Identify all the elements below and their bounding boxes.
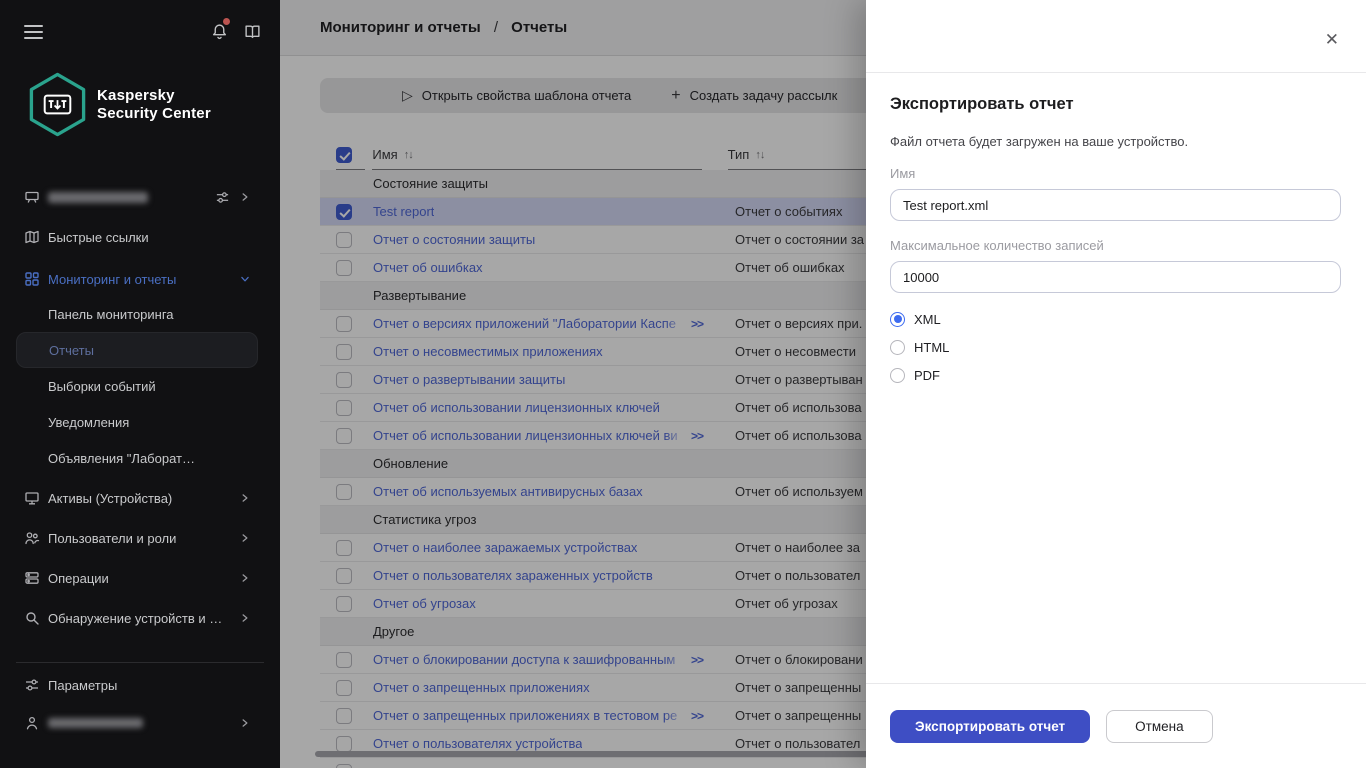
sidebar: Kaspersky Security Center Быстрые ссылки… [0, 0, 280, 768]
chevron-right-icon [240, 493, 250, 503]
brand-line1: Kaspersky [97, 86, 175, 104]
sidebar-item-reports[interactable]: Отчеты [16, 332, 258, 368]
kaspersky-hexagon-logo-icon [29, 72, 86, 137]
radio-label: PDF [914, 367, 940, 383]
sidebar-child-label: Панель мониторинга [48, 306, 174, 322]
format-option-pdf[interactable]: PDF [890, 361, 1341, 389]
username-redacted [48, 718, 143, 728]
sidebar-child-label: Объявления "Лаборат… [48, 450, 195, 466]
app-logo: Kaspersky Security Center [27, 72, 211, 137]
menu-icon[interactable] [24, 25, 43, 43]
sidebar-item-operations[interactable]: Операции [0, 564, 280, 592]
max-records-field-label: Максимальное количество записей [890, 238, 1104, 253]
sidebar-item-label: Обнаружение устройств и … [48, 610, 223, 626]
sidebar-item-quick-links[interactable]: Быстрые ссылки [0, 223, 280, 251]
sidebar-item-dashboard-panel[interactable]: Панель мониторинга [0, 300, 280, 328]
sidebar-item-announcements[interactable]: Объявления "Лаборат… [0, 444, 280, 472]
radio-label: HTML [914, 339, 950, 355]
sidebar-divider [16, 662, 264, 663]
chevron-right-icon [240, 573, 250, 583]
server-name-redacted [48, 191, 148, 203]
panel-description: Файл отчета будет загружен на ваше устро… [890, 134, 1189, 149]
panel-footer: Экспортировать отчет Отмена [866, 683, 1366, 768]
sidebar-item-label: Пользователи и роли [48, 530, 177, 546]
sidebar-item-notifications[interactable]: Уведомления [0, 408, 280, 436]
radio-label: XML [914, 311, 941, 327]
sidebar-child-label: Выборки событий [48, 378, 156, 394]
export-report-panel: ✕ Экспортировать отчет Файл отчета будет… [866, 0, 1366, 768]
max-records-input[interactable] [890, 261, 1341, 293]
person-icon [24, 715, 40, 731]
sidebar-item-label: Быстрые ссылки [48, 229, 149, 245]
chevron-right-icon [240, 718, 250, 728]
users-icon [24, 530, 40, 546]
panel-body: Экспортировать отчет Файл отчета будет з… [866, 73, 1366, 683]
sidebar-item-users-roles[interactable]: Пользователи и роли [0, 524, 280, 552]
sidebar-item-device-discovery[interactable]: Обнаружение устройств и … [0, 604, 280, 632]
format-radio-group: XML HTML PDF [890, 305, 1341, 389]
map-icon [24, 229, 40, 245]
brand-line2: Security Center [97, 104, 211, 122]
name-field-label: Имя [890, 166, 916, 181]
sidebar-item-assets[interactable]: Активы (Устройства) [0, 484, 280, 512]
sidebar-item-label: Операции [48, 570, 109, 586]
sidebar-item-label: Активы (Устройства) [48, 490, 173, 506]
sidebar-item-settings[interactable]: Параметры [0, 671, 280, 699]
radio-icon[interactable] [890, 311, 905, 327]
sidebar-child-label: Уведомления [48, 414, 130, 430]
chevron-right-icon [240, 533, 250, 543]
panel-title: Экспортировать отчет [890, 95, 1074, 113]
guide-icon[interactable] [244, 23, 261, 40]
radio-icon[interactable] [890, 367, 905, 383]
sidebar-item-event-selections[interactable]: Выборки событий [0, 372, 280, 400]
dashboard-icon [24, 271, 40, 287]
notification-badge-dot [222, 17, 231, 26]
close-icon[interactable]: ✕ [1325, 31, 1339, 48]
panel-header: ✕ [866, 0, 1366, 73]
search-icon [24, 610, 40, 626]
sidebar-item-label: Мониторинг и отчеты [48, 271, 177, 287]
sidebar-child-label: Отчеты [49, 342, 94, 358]
cancel-button[interactable]: Отмена [1106, 709, 1213, 743]
server-icon [24, 189, 40, 205]
sidebar-item-server[interactable] [0, 183, 280, 211]
radio-icon[interactable] [890, 339, 905, 355]
sidebar-item-user-account[interactable] [0, 709, 280, 737]
name-input[interactable] [890, 189, 1341, 221]
settings-sliders-icon [24, 677, 40, 693]
chevron-right-icon [240, 613, 250, 623]
modal-overlay [280, 0, 866, 768]
sidebar-item-monitoring[interactable]: Мониторинг и отчеты [0, 265, 280, 293]
export-report-button[interactable]: Экспортировать отчет [890, 709, 1091, 743]
server-settings-icon[interactable] [215, 190, 230, 205]
format-option-html[interactable]: HTML [890, 333, 1341, 361]
monitor-icon [24, 490, 40, 506]
chevron-down-icon [240, 274, 250, 284]
operations-icon [24, 570, 40, 586]
chevron-right-icon[interactable] [240, 192, 250, 202]
sidebar-item-label: Параметры [48, 677, 118, 693]
format-option-xml[interactable]: XML [890, 305, 1341, 333]
